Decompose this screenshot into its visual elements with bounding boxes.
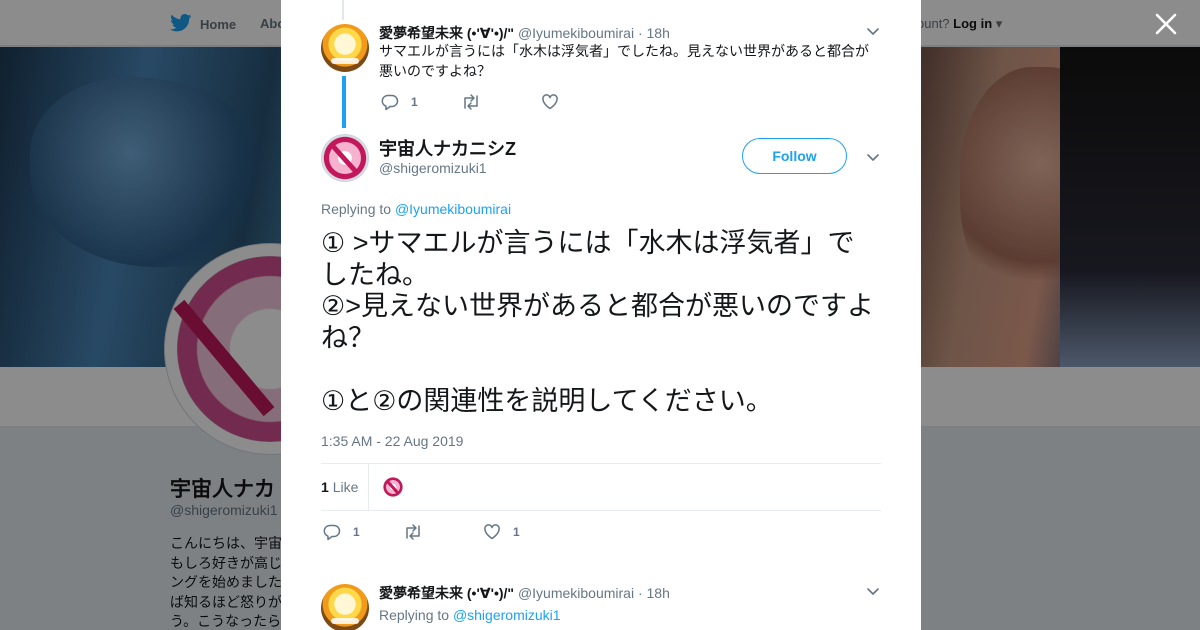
reply-icon — [381, 93, 399, 111]
tweet-author-line: 愛夢希望未来 (•'∀'•)/" @Iyumekiboumirai · 18h — [379, 23, 670, 43]
tweet-timestamp[interactable]: 1:35 AM - 22 Aug 2019 — [321, 433, 463, 449]
tweet-text: サマエルが言うには「水木は浮気者」でしたね。見えない世界があると都合が悪いのです… — [379, 43, 869, 79]
author-handle[interactable]: @Iyumekiboumirai — [518, 585, 634, 601]
tweet-paragraph: ①と②の関連性を説明してください。 — [321, 385, 773, 416]
tweet-author-line: 愛夢希望未来 (•'∀'•)/" @Iyumekiboumirai · 18h — [379, 583, 670, 603]
thread-connector — [342, 76, 346, 128]
replying-to: Replying to @Iyumekiboumirai — [321, 201, 511, 217]
reply-count: 1 — [353, 525, 360, 539]
replying-to-link[interactable]: @Iyumekiboumirai — [395, 201, 511, 217]
tweet-actions: 1 1 — [323, 522, 563, 542]
tweet-time[interactable]: · 18h — [638, 25, 670, 41]
reply-icon — [323, 523, 341, 541]
replying-to-link[interactable]: @shigeromizuki1 — [453, 607, 561, 623]
tweet-actions: 1 — [381, 92, 621, 112]
tweet-stats: 1 Like — [321, 463, 881, 511]
retweet-button[interactable] — [403, 523, 483, 541]
chevron-down-icon[interactable] — [865, 583, 881, 599]
like-button[interactable]: 1 — [483, 523, 563, 541]
replying-prefix: Replying to — [379, 607, 453, 623]
retweet-button[interactable] — [461, 93, 541, 111]
author-avatar[interactable] — [321, 24, 369, 72]
tweet-permalink-modal: 愛夢希望未来 (•'∀'•)/" @Iyumekiboumirai · 18h … — [281, 0, 921, 630]
tweet-time[interactable]: · 18h — [638, 585, 670, 601]
author-avatar[interactable] — [321, 584, 369, 630]
heart-icon — [541, 93, 559, 111]
author-avatar[interactable] — [321, 134, 369, 182]
author-handle[interactable]: @shigeromizuki1 — [379, 160, 487, 176]
close-icon[interactable] — [1152, 10, 1180, 38]
likes-label: Like — [332, 479, 359, 495]
author-handle[interactable]: @Iyumekiboumirai — [518, 25, 634, 41]
retweet-icon — [461, 93, 481, 111]
tweet-text: ① >サマエルが言うには「水木は浮気者」でしたね。 ②>見えない世界があると都合… — [321, 228, 881, 417]
reply-count: 1 — [411, 95, 418, 109]
heart-icon — [483, 523, 501, 541]
stats-divider — [368, 464, 369, 510]
likes-count: 1 — [321, 479, 329, 495]
thread-connector-top — [342, 0, 344, 20]
retweet-icon — [403, 523, 423, 541]
replying-to: Replying to @shigeromizuki1 — [379, 607, 561, 623]
chevron-down-icon[interactable] — [865, 149, 881, 165]
liker-avatar[interactable] — [383, 477, 403, 497]
author-name[interactable]: 宇宙人ナカニシZ — [379, 135, 516, 161]
reply-button[interactable]: 1 — [381, 93, 461, 111]
like-count: 1 — [513, 525, 520, 539]
reply-button[interactable]: 1 — [323, 523, 403, 541]
chevron-down-icon[interactable] — [865, 23, 881, 39]
author-name[interactable]: 愛夢希望未来 (•'∀'•)/" — [379, 25, 514, 41]
like-button[interactable] — [541, 93, 621, 111]
follow-button[interactable]: Follow — [742, 138, 847, 174]
likes-stat[interactable]: 1 Like — [321, 479, 358, 495]
tweet-paragraph: ① >サマエルが言うには「水木は浮気者」でしたね。 ②>見えない世界があると都合… — [321, 228, 874, 353]
replying-prefix: Replying to — [321, 201, 395, 217]
author-name[interactable]: 愛夢希望未来 (•'∀'•)/" — [379, 585, 514, 601]
